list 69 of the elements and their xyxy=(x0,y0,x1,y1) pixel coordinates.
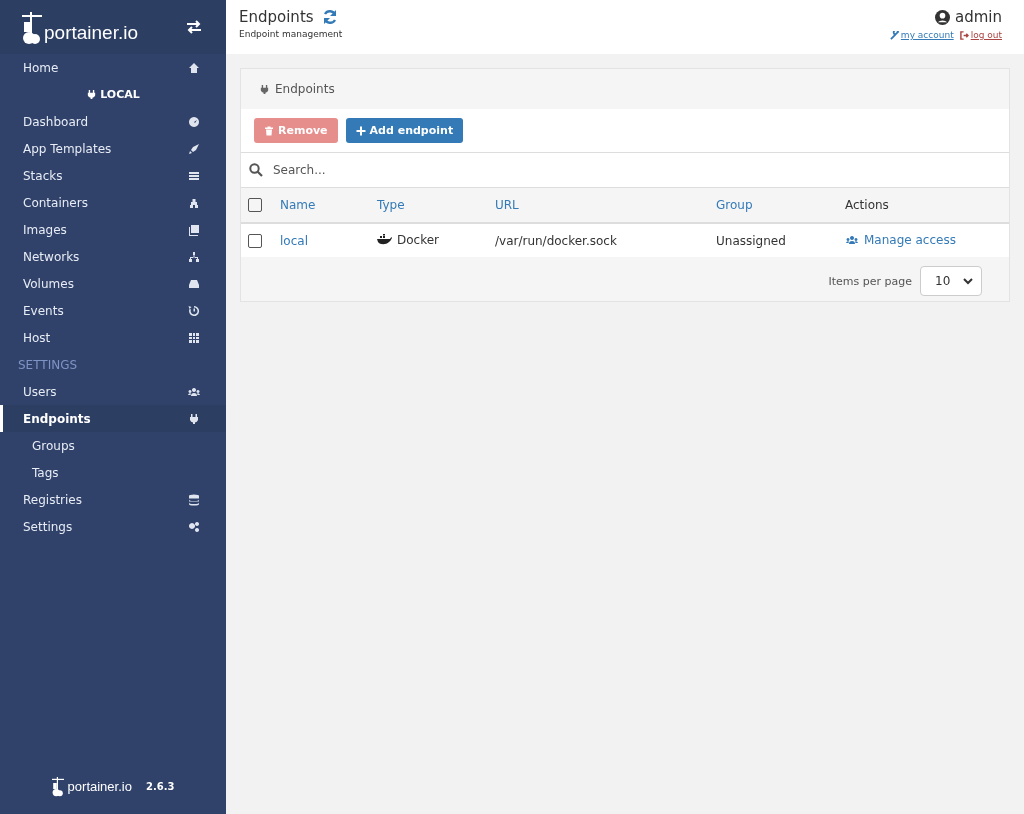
sidebar-item[interactable]: App Templates xyxy=(0,135,226,162)
section-heading: SETTINGS xyxy=(17,356,79,374)
sidebar-item[interactable]: Registries xyxy=(0,486,226,513)
home-icon xyxy=(188,61,200,74)
plug-icon xyxy=(188,412,200,425)
endpoint-name: LOCAL xyxy=(100,88,140,101)
column-header[interactable]: Name xyxy=(279,188,376,223)
manage-access-link[interactable]: Manage access xyxy=(864,232,956,247)
table-cell: Docker xyxy=(397,232,440,247)
column-header[interactable]: Group xyxy=(715,188,844,223)
sidebar-item[interactable]: Stacks xyxy=(0,162,226,189)
column-header[interactable]: Type xyxy=(376,188,494,223)
sidebar-item[interactable]: Tags xyxy=(0,459,226,486)
gauge-icon xyxy=(188,115,200,128)
trash-icon xyxy=(264,125,274,136)
page-subtitle: Endpoint management xyxy=(239,29,343,39)
brand-name[interactable]: portainer.io xyxy=(44,22,138,44)
sidebar-item[interactable]: Events xyxy=(0,297,226,324)
crane-logo-icon xyxy=(22,10,42,44)
users-icon xyxy=(188,385,200,398)
sidebar-item[interactable]: Host xyxy=(0,324,226,351)
users-icon xyxy=(845,234,859,246)
version-label: 2.6.3 xyxy=(145,780,175,792)
refresh-icon[interactable] xyxy=(321,9,338,25)
endpoint-link[interactable]: local xyxy=(280,233,308,248)
panel-title: Endpoints xyxy=(275,82,335,96)
row-checkbox[interactable] xyxy=(248,233,262,248)
user-avatar-icon xyxy=(935,9,950,25)
sidebar-item[interactable]: Endpoints xyxy=(0,405,226,432)
select-all-checkbox[interactable] xyxy=(248,198,262,212)
sidebar-item[interactable]: Home xyxy=(0,54,226,81)
plug-icon xyxy=(86,89,98,100)
copy-icon xyxy=(188,223,200,236)
network-icon xyxy=(188,250,200,263)
crane-logo-icon xyxy=(51,775,64,797)
add-endpoint-button[interactable]: Add endpoint xyxy=(345,118,464,143)
account-link[interactable]: my account xyxy=(900,30,954,40)
search-icon xyxy=(249,163,263,177)
table-cell: Unassigned xyxy=(715,223,844,257)
items-per-page-label: Items per page xyxy=(828,274,912,288)
grid-icon xyxy=(188,331,200,344)
sidebar-item[interactable]: Containers xyxy=(0,189,226,216)
swap-arrows-icon[interactable] xyxy=(186,20,202,34)
plus-icon xyxy=(355,125,366,136)
page-title: Endpoints xyxy=(239,8,314,26)
column-header[interactable]: URL xyxy=(494,188,715,223)
rocket-icon xyxy=(188,142,200,155)
sidebar-item[interactable]: Images xyxy=(0,216,226,243)
column-header: Actions xyxy=(844,188,1009,223)
sidebar-item[interactable]: Networks xyxy=(0,243,226,270)
table-cell: /var/run/docker.sock xyxy=(494,223,715,257)
logout-link[interactable]: log out xyxy=(970,30,1002,40)
history-icon xyxy=(188,304,200,317)
user-name: admin xyxy=(955,8,1002,26)
sidebar-item[interactable]: Dashboard xyxy=(0,108,226,135)
sidebar-item[interactable]: Groups xyxy=(0,432,226,459)
sidebar-item[interactable]: Volumes xyxy=(0,270,226,297)
chevron-down-icon xyxy=(963,277,973,285)
hard-drive-icon xyxy=(188,277,200,290)
page-size-select[interactable]: 10 xyxy=(920,266,982,296)
database-icon xyxy=(188,493,200,506)
brand-name: portainer.io xyxy=(67,778,132,794)
whale-icon xyxy=(377,234,392,246)
sidebar-item[interactable]: Users xyxy=(0,378,226,405)
sidebar-item[interactable]: Settings xyxy=(0,513,226,540)
plug-icon xyxy=(259,83,270,95)
list-icon xyxy=(188,169,200,182)
sign-out-icon xyxy=(959,30,969,40)
search-field[interactable]: Search... xyxy=(241,153,1009,188)
